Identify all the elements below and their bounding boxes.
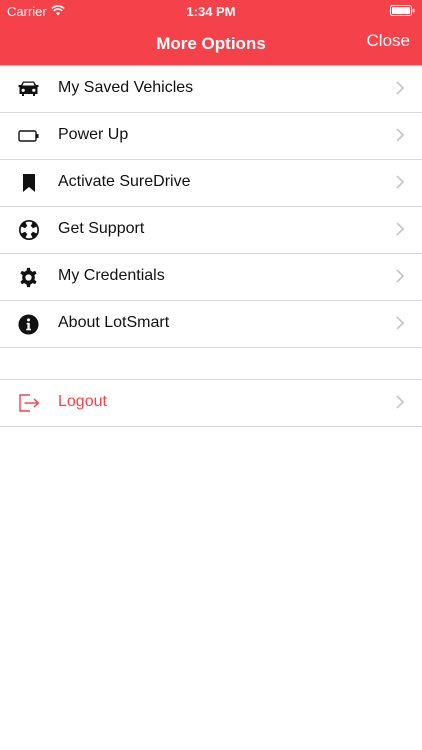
menu-item-power-up[interactable]: Power Up bbox=[0, 113, 422, 160]
chevron-right-icon bbox=[396, 81, 404, 95]
close-button[interactable]: Close bbox=[367, 31, 410, 51]
section-spacer bbox=[0, 348, 422, 380]
chevron-right-icon bbox=[396, 222, 404, 236]
chevron-right-icon bbox=[396, 395, 404, 409]
status-bar: Carrier 1:34 PM bbox=[0, 0, 422, 22]
chevron-right-icon bbox=[396, 128, 404, 142]
logout-button[interactable]: Logout bbox=[0, 380, 422, 427]
menu-item-label: Power Up bbox=[58, 126, 129, 143]
battery-outline-icon bbox=[17, 125, 40, 147]
lifebuoy-icon bbox=[17, 219, 40, 241]
car-icon bbox=[17, 78, 40, 100]
menu-item-label: My Credentials bbox=[58, 267, 165, 284]
options-menu: My Saved Vehicles Power Up Activate Sure… bbox=[0, 65, 422, 427]
chevron-right-icon bbox=[396, 175, 404, 189]
menu-item-label: Get Support bbox=[58, 220, 145, 237]
more-options-screen: Carrier 1:34 PM More Options Close My Sa… bbox=[0, 0, 422, 750]
navigation-header: Carrier 1:34 PM More Options Close bbox=[0, 0, 422, 65]
menu-item-label: My Saved Vehicles bbox=[58, 79, 194, 96]
menu-item-activate-suredrive[interactable]: Activate SureDrive bbox=[0, 160, 422, 207]
menu-item-label: Activate SureDrive bbox=[58, 173, 191, 190]
battery-full-icon bbox=[390, 5, 415, 16]
page-title: More Options bbox=[156, 34, 266, 53]
chevron-right-icon bbox=[396, 316, 404, 330]
menu-item-about-lotsmart[interactable]: About LotSmart bbox=[0, 301, 422, 348]
menu-item-label: About LotSmart bbox=[58, 314, 170, 331]
logout-icon bbox=[17, 392, 40, 414]
chevron-right-icon bbox=[396, 269, 404, 283]
status-time: 1:34 PM bbox=[186, 4, 236, 19]
bookmark-icon bbox=[17, 172, 40, 194]
gear-icon bbox=[17, 266, 40, 288]
menu-item-saved-vehicles[interactable]: My Saved Vehicles bbox=[0, 66, 422, 113]
info-icon bbox=[17, 313, 40, 335]
menu-item-my-credentials[interactable]: My Credentials bbox=[0, 254, 422, 301]
logout-label: Logout bbox=[58, 393, 107, 410]
menu-item-get-support[interactable]: Get Support bbox=[0, 207, 422, 254]
